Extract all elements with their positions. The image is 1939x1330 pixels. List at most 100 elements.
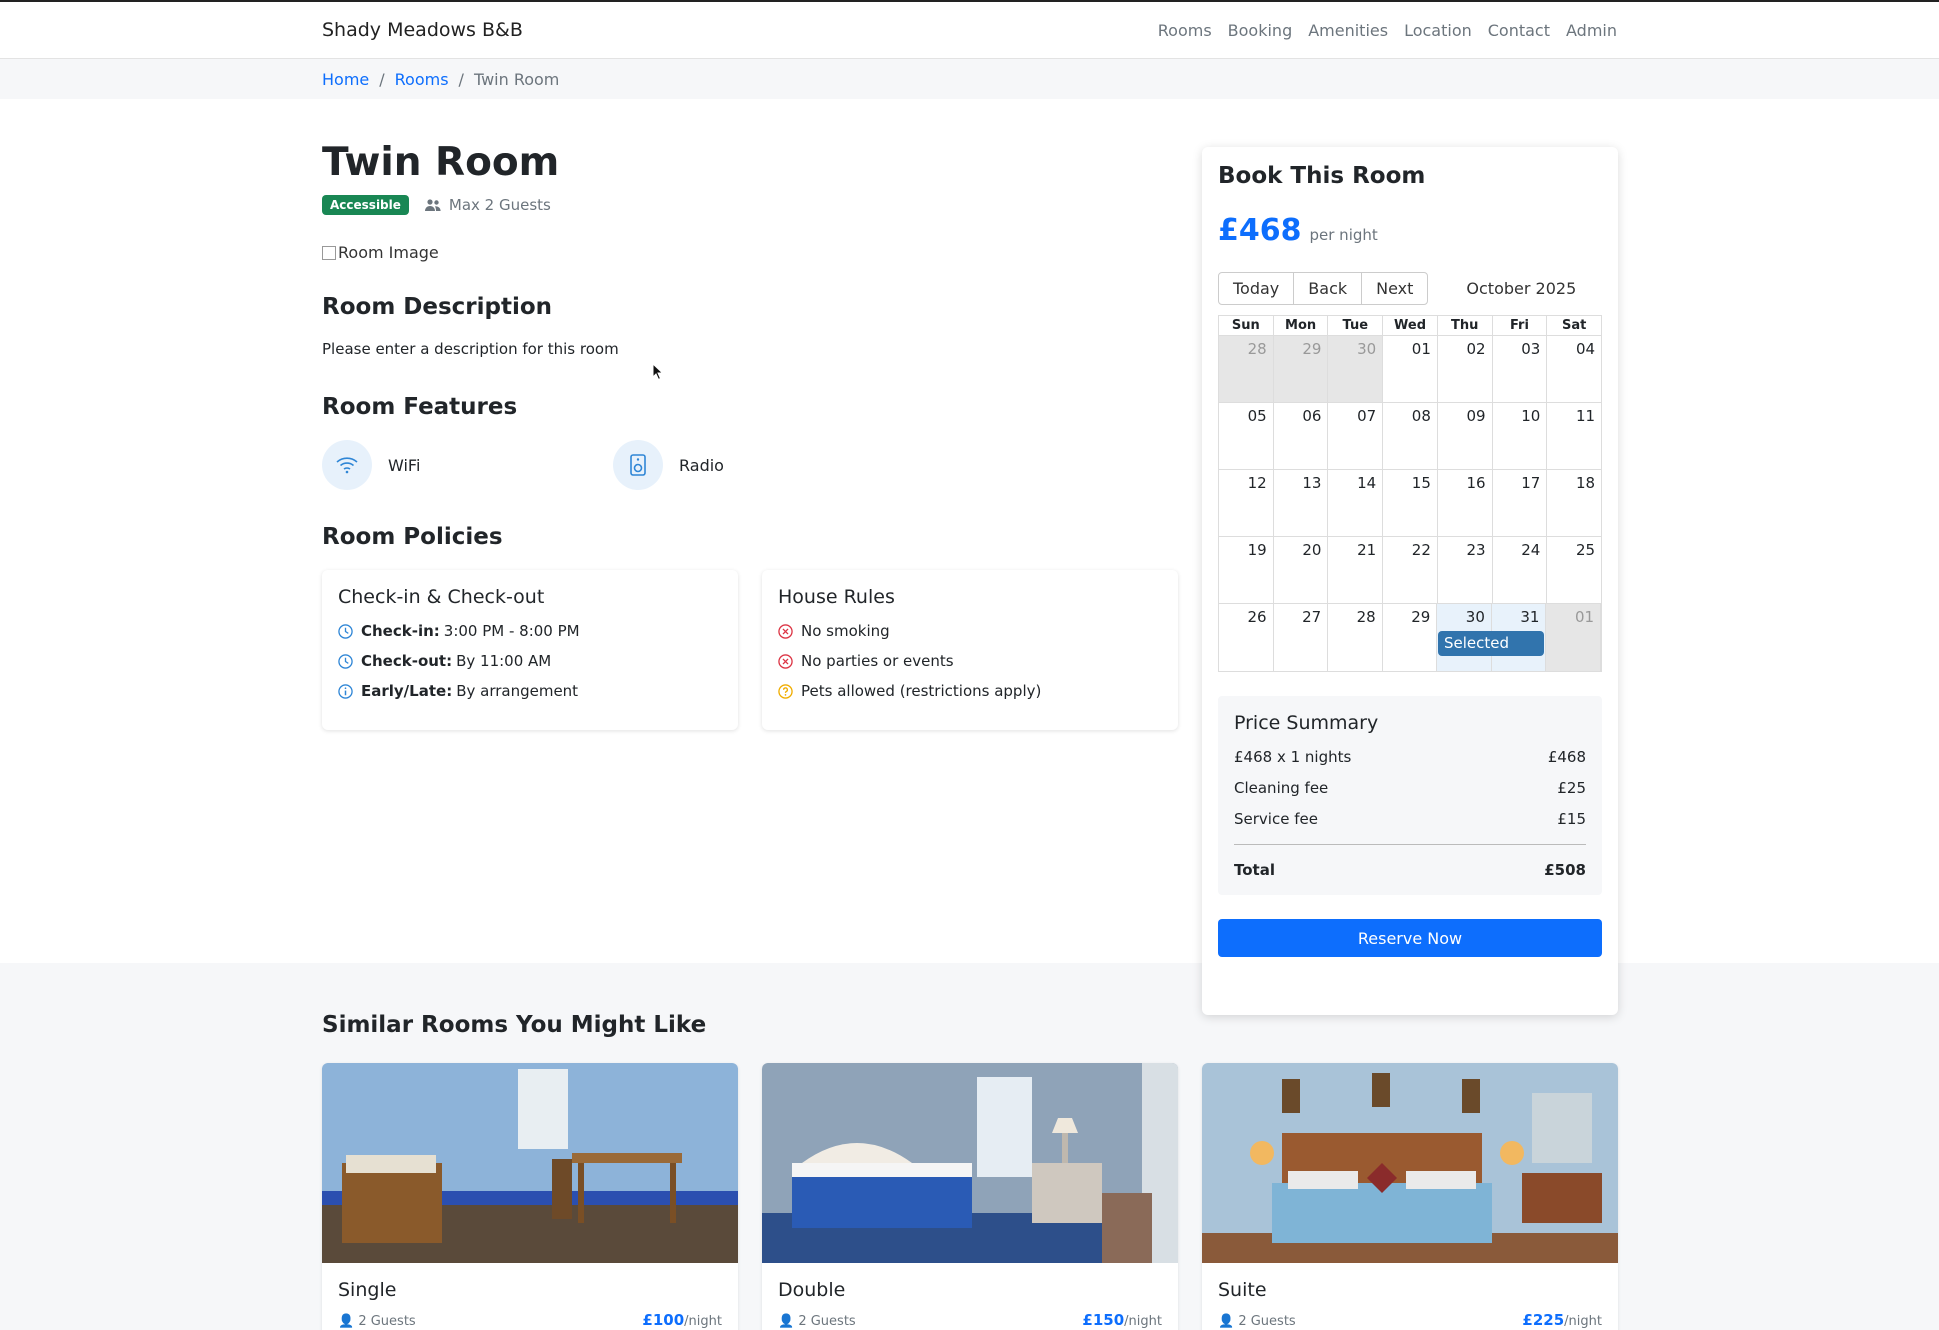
nav-link-location[interactable]: Location — [1404, 21, 1472, 40]
room-card-guests-label: 2 Guests — [1238, 1314, 1296, 1329]
calendar-day[interactable]: 03 — [1493, 336, 1548, 402]
calendar-day[interactable]: 28 — [1219, 336, 1274, 402]
room-card-single[interactable]: Single 👤 2 Guests £100/night — [322, 1063, 738, 1330]
selected-event[interactable]: Selected — [1438, 631, 1544, 656]
calendar-day[interactable]: 06 — [1274, 403, 1329, 469]
calendar-day[interactable]: 05 — [1219, 403, 1274, 469]
summary-row: Service fee £15 — [1234, 810, 1586, 828]
calendar: Sun Mon Tue Wed Thu Fri Sat 28 29 30 01 … — [1218, 315, 1602, 672]
calendar-day[interactable]: 30 — [1328, 336, 1384, 402]
room-card-price-value: £100 — [642, 1311, 685, 1329]
summary-row: £468 x 1 nights £468 — [1234, 748, 1586, 766]
calendar-day[interactable]: 16 — [1438, 470, 1493, 536]
next-button[interactable]: Next — [1362, 273, 1427, 304]
calendar-month: October 2025 — [1466, 279, 1577, 298]
breadcrumb-rooms[interactable]: Rooms — [395, 70, 449, 89]
room-card-price-unit: /night — [1564, 1314, 1602, 1329]
calendar-week: 05 06 07 08 09 10 11 — [1219, 403, 1601, 470]
calendar-day[interactable]: 28 — [1328, 604, 1383, 671]
calendar-day[interactable]: 21 — [1328, 537, 1384, 603]
room-card-price-value: £225 — [1522, 1311, 1565, 1329]
weekday-label: Mon — [1274, 316, 1329, 335]
calendar-day[interactable]: 29 — [1273, 336, 1329, 402]
description-heading: Room Description — [322, 294, 553, 320]
room-card-body: Double 👤 2 Guests £150/night — [762, 1263, 1178, 1330]
feature-label: WiFi — [388, 455, 421, 475]
room-card-price: £100/night — [642, 1311, 722, 1329]
total-value: £508 — [1544, 861, 1586, 879]
room-card-meta: 👤 2 Guests £150/night — [778, 1311, 1162, 1329]
calendar-day[interactable]: 17 — [1493, 470, 1548, 536]
price: £468 per night — [1218, 213, 1602, 248]
nav-link-rooms[interactable]: Rooms — [1158, 21, 1212, 40]
weekday-label: Fri — [1493, 316, 1548, 335]
calendar-day[interactable]: 13 — [1274, 470, 1329, 536]
calendar-nav-buttons: Today Back Next — [1218, 272, 1429, 305]
today-button[interactable]: Today — [1219, 273, 1295, 304]
calendar-day[interactable]: 24 — [1493, 537, 1548, 603]
rule-text: No parties or events — [801, 652, 954, 670]
summary-total: Total £508 — [1234, 861, 1586, 879]
checkin-line: Check-in: 3:00 PM - 8:00 PM — [338, 622, 722, 640]
feature-label: Radio — [679, 455, 724, 475]
calendar-day[interactable]: 25 — [1547, 537, 1601, 603]
nav-link-contact[interactable]: Contact — [1488, 21, 1550, 40]
similar-rooms-list: Single 👤 2 Guests £100/night Double 👤 2 … — [322, 1063, 1618, 1330]
breadcrumb-separator: / — [458, 69, 464, 89]
room-photo — [322, 1063, 738, 1263]
summary-value: £468 — [1547, 748, 1586, 766]
calendar-day[interactable]: 04 — [1547, 336, 1601, 402]
room-card-double[interactable]: Double 👤 2 Guests £150/night — [762, 1063, 1178, 1330]
brand-link[interactable]: Shady Meadows B&B — [322, 19, 523, 41]
room-card-guests: 👤 2 Guests — [338, 1314, 416, 1329]
calendar-day[interactable]: 14 — [1328, 470, 1384, 536]
accessible-badge: Accessible — [322, 195, 409, 215]
calendar-day[interactable]: 26 — [1219, 604, 1274, 671]
nav-link-amenities[interactable]: Amenities — [1308, 21, 1388, 40]
calendar-day[interactable]: 27 — [1274, 604, 1329, 671]
nav-link-admin[interactable]: Admin — [1566, 21, 1617, 40]
calendar-day[interactable]: 11 — [1547, 403, 1601, 469]
calendar-day[interactable]: 10 — [1493, 403, 1548, 469]
calendar-day[interactable]: 18 — [1547, 470, 1601, 536]
calendar-day[interactable]: 20 — [1274, 537, 1329, 603]
calendar-day[interactable]: 12 — [1219, 470, 1274, 536]
room-card-suite[interactable]: Suite 👤 2 Guests £225/night — [1202, 1063, 1618, 1330]
policies-heading: Room Policies — [322, 524, 503, 550]
room-image: Room Image — [322, 243, 1178, 262]
calendar-day[interactable]: 23 — [1438, 537, 1493, 603]
calendar-day[interactable]: 08 — [1383, 403, 1438, 469]
room-image-alt: Room Image — [338, 243, 439, 262]
calendar-day[interactable]: 19 — [1219, 537, 1274, 603]
calendar-day[interactable]: 29 — [1383, 604, 1438, 671]
calendar-day[interactable]: 07 — [1328, 403, 1384, 469]
calendar-day[interactable]: 02 — [1438, 336, 1493, 402]
rule-text: No smoking — [801, 622, 890, 640]
checkin-card: Check-in & Check-out Check-in: 3:00 PM -… — [322, 570, 738, 730]
rule-line: No smoking — [778, 622, 1162, 640]
room-photo — [1202, 1063, 1618, 1263]
early-late-value: By arrangement — [456, 682, 579, 700]
calendar-day[interactable]: 22 — [1383, 537, 1438, 603]
wifi-icon — [322, 440, 372, 490]
breadcrumb-home[interactable]: Home — [322, 70, 369, 89]
calendar-day[interactable]: 01 — [1546, 604, 1602, 671]
total-label: Total — [1234, 861, 1275, 879]
features-list: WiFi Radio — [322, 440, 1178, 490]
room-card-meta: 👤 2 Guests £100/night — [338, 1311, 722, 1329]
breadcrumb-separator: / — [379, 69, 385, 89]
calendar-day[interactable]: 01 — [1383, 336, 1438, 402]
calendar-day[interactable]: 15 — [1383, 470, 1438, 536]
calendar-day[interactable]: 09 — [1438, 403, 1493, 469]
reserve-now-button[interactable]: Reserve Now — [1218, 919, 1602, 957]
back-button[interactable]: Back — [1294, 273, 1363, 304]
house-rules-card: House Rules No smoking No parties or eve… — [762, 570, 1178, 730]
feature-wifi: WiFi — [322, 440, 613, 490]
room-photo — [762, 1063, 1178, 1263]
room-card-meta: 👤 2 Guests £225/night — [1218, 1311, 1602, 1329]
weekday-label: Wed — [1383, 316, 1438, 335]
early-late-label: Early/Late: — [361, 682, 453, 700]
nav-link-booking[interactable]: Booking — [1228, 21, 1293, 40]
rule-line: Pets allowed (restrictions apply) — [778, 682, 1162, 700]
similar-rooms-section: Similar Rooms You Might Like Single 👤 2 … — [0, 963, 1939, 1330]
